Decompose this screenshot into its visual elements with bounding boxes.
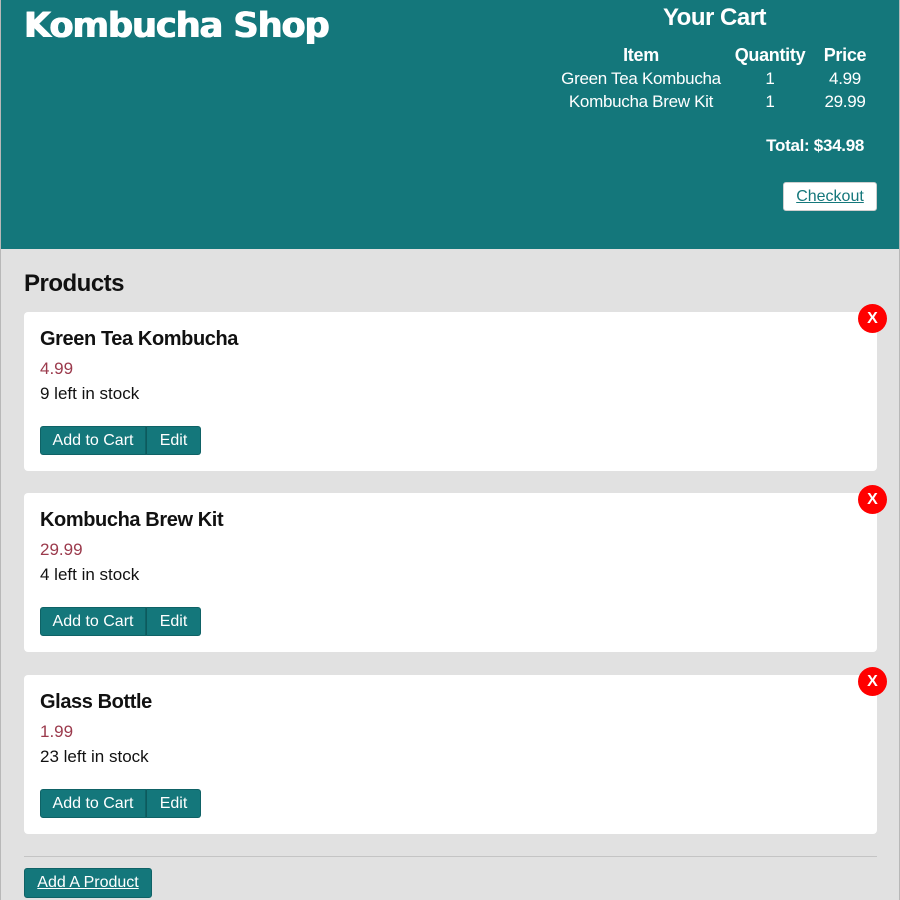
- products-heading: Products: [24, 270, 125, 297]
- cart-row-quantity: 1: [765, 68, 775, 88]
- divider: [24, 856, 877, 857]
- add-to-cart-button[interactable]: Add to Cart: [40, 789, 146, 818]
- product-actions: Add to Cart Edit: [40, 789, 201, 818]
- product-price: 29.99: [40, 540, 83, 559]
- delete-product-button[interactable]: X: [858, 304, 887, 333]
- product-stock: 9 left in stock: [40, 384, 140, 403]
- cart-row-item: Kombucha Brew Kit: [568, 91, 714, 111]
- cart-row-item: Green Tea Kombucha: [561, 68, 721, 88]
- cart-col-quantity: Quantity: [734, 45, 806, 65]
- cart-row-price: 4.99: [829, 68, 861, 88]
- product-name: Kombucha Brew Kit: [40, 509, 224, 531]
- cart-col-price: Price: [823, 45, 867, 65]
- shop-logo[interactable]: Kombucha Shop: [24, 6, 330, 46]
- product-price: 4.99: [40, 359, 74, 378]
- product-card: Green Tea Kombucha 4.99 9 left in stock …: [24, 304, 887, 471]
- cart-row-price: 29.99: [824, 91, 866, 111]
- product-stock: 4 left in stock: [40, 565, 140, 584]
- delete-product-button[interactable]: X: [858, 667, 887, 696]
- cart-row: Green Tea Kombucha 1 4.99: [556, 67, 876, 90]
- edit-button[interactable]: Edit: [146, 426, 201, 455]
- cart-title: Your Cart: [662, 4, 767, 31]
- add-to-cart-button[interactable]: Add to Cart: [40, 607, 146, 636]
- product-name: Glass Bottle: [40, 691, 152, 713]
- add-product-button[interactable]: Add A Product: [24, 868, 152, 898]
- edit-button[interactable]: Edit: [146, 789, 201, 818]
- cart-header-row: Item Quantity Price: [556, 44, 876, 67]
- product-card: Glass Bottle 1.99 23 left in stock Add t…: [24, 667, 887, 834]
- delete-product-button[interactable]: X: [858, 485, 887, 514]
- product-price: 1.99: [40, 722, 74, 741]
- product-stock: 23 left in stock: [40, 747, 149, 766]
- page: Kombucha Shop Your Cart Item Quantity Pr…: [0, 0, 900, 900]
- cart-panel: Your Cart Item Quantity Price Green Tea …: [556, 0, 878, 249]
- add-to-cart-button[interactable]: Add to Cart: [40, 426, 146, 455]
- checkout-button[interactable]: Checkout: [783, 182, 877, 211]
- product-card: Kombucha Brew Kit 29.99 4 left in stock …: [24, 485, 887, 652]
- cart-table: Item Quantity Price Green Tea Kombucha 1…: [556, 44, 876, 113]
- cart-row-quantity: 1: [765, 91, 775, 111]
- cart-row: Kombucha Brew Kit 1 29.99: [556, 90, 876, 113]
- site-header: Kombucha Shop Your Cart Item Quantity Pr…: [1, 0, 899, 249]
- product-actions: Add to Cart Edit: [40, 607, 201, 636]
- product-actions: Add to Cart Edit: [40, 426, 201, 455]
- cart-total: Total: $34.98: [766, 136, 864, 155]
- product-name: Green Tea Kombucha: [40, 328, 239, 350]
- edit-button[interactable]: Edit: [146, 607, 201, 636]
- cart-col-item: Item: [623, 45, 659, 65]
